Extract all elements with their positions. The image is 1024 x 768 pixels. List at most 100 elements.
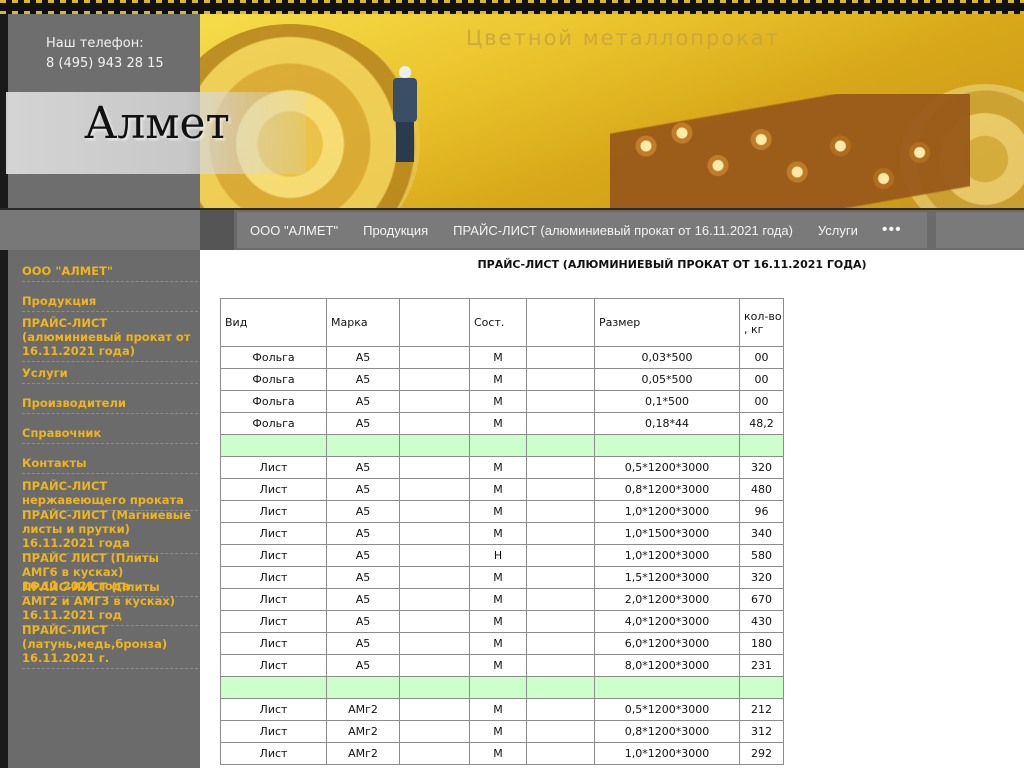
- table-cell: 4,0*1200*3000: [594, 610, 740, 633]
- sidebar-item-reference[interactable]: Справочник: [22, 426, 198, 444]
- sidebar-item-price-list-amg2[interactable]: ПРАЙС-ЛИСТ (Плиты АМГ2 и АМГ3 в кусках) …: [22, 580, 198, 626]
- table-cell: 0,5*1200*3000: [594, 456, 740, 479]
- table-cell: [469, 676, 527, 699]
- table-cell: Лист: [220, 632, 327, 655]
- table-cell: 1,5*1200*3000: [594, 566, 740, 589]
- table-cell: [526, 654, 595, 677]
- column-header-state: Сост.: [469, 298, 527, 347]
- table-cell: М: [469, 588, 527, 611]
- table-cell: [399, 544, 470, 567]
- table-cell: [526, 742, 595, 765]
- table-cell: [526, 434, 595, 457]
- table-cell: 48,2: [739, 412, 784, 435]
- table-row: Фольга А5 М 0,18*44 48,2: [220, 412, 784, 435]
- nav-item-company[interactable]: ООО "АЛМЕТ": [250, 223, 338, 238]
- table-cell: М: [469, 654, 527, 677]
- sidebar-item-price-list-magnesium[interactable]: ПРАЙС-ЛИСТ (Магниевые листы и прутки) 16…: [22, 508, 198, 554]
- table-header-row: Вид Марка Сост. Размер кол-во , кг: [220, 298, 784, 347]
- page-title: ПРАЙС-ЛИСТ (АЛЮМИНИЕВЫЙ ПРОКАТ ОТ 16.11.…: [477, 258, 867, 271]
- column-header-blank-2: [526, 298, 595, 347]
- sidebar-item-contacts[interactable]: Контакты: [22, 456, 198, 474]
- sidebar-item-manufacturers[interactable]: Производители: [22, 396, 198, 414]
- sidebar-item-products[interactable]: Продукция: [22, 294, 198, 312]
- table-cell: Лист: [220, 698, 327, 721]
- table-cell: [399, 346, 470, 369]
- table-cell: 1,0*1200*3000: [594, 742, 740, 765]
- table-cell: 0,8*1200*3000: [594, 720, 740, 743]
- table-cell: А5: [326, 632, 400, 655]
- table-cell: 320: [739, 456, 784, 479]
- sidebar-item-price-list-aluminium[interactable]: ПРАЙС-ЛИСТ (алюминиевый прокат от 16.11.…: [22, 316, 198, 362]
- table-cell: [526, 456, 595, 479]
- sidebar-item-price-list-stainless[interactable]: ПРАЙС-ЛИСТ нержавеющего проката: [22, 479, 198, 511]
- nav-item-products[interactable]: Продукция: [363, 223, 428, 238]
- table-row: Лист А5 М 4,0*1200*3000 430: [220, 610, 784, 633]
- table-row: Фольга А5 М 0,1*500 00: [220, 390, 784, 413]
- table-cell: [526, 632, 595, 655]
- table-cell: 0,03*500: [594, 346, 740, 369]
- table-cell: Н: [469, 544, 527, 567]
- table-cell: М: [469, 500, 527, 523]
- table-cell: [399, 500, 470, 523]
- sidebar-item-price-list-brass[interactable]: ПРАЙС-ЛИСТ (латунь,медь,бронза) 16.11.20…: [22, 623, 198, 669]
- table-cell: 0,05*500: [594, 368, 740, 391]
- table-row: [220, 434, 784, 457]
- price-table: Вид Марка Сост. Размер кол-во , кг Фольг…: [220, 298, 784, 765]
- table-cell: [594, 434, 740, 457]
- table-cell: [399, 456, 470, 479]
- sidebar-item-services[interactable]: Услуги: [22, 366, 198, 384]
- table-cell: 0,8*1200*3000: [594, 478, 740, 501]
- table-cell: 00: [739, 390, 784, 413]
- table-cell: [526, 500, 595, 523]
- table-cell: [526, 390, 595, 413]
- table-cell: 1,0*1200*3000: [594, 500, 740, 523]
- column-header-size: Размер: [594, 298, 740, 347]
- table-cell: 0,5*1200*3000: [594, 698, 740, 721]
- column-header-type: Вид: [220, 298, 327, 347]
- table-cell: 320: [739, 566, 784, 589]
- table-cell: [526, 544, 595, 567]
- top-stripe: [0, 0, 1024, 14]
- table-cell: [399, 720, 470, 743]
- table-cell: [399, 478, 470, 501]
- table-cell: М: [469, 412, 527, 435]
- table-cell: 580: [739, 544, 784, 567]
- table-row: Лист А5 М 2,0*1200*3000 670: [220, 588, 784, 611]
- table-cell: [399, 742, 470, 765]
- table-cell: [399, 588, 470, 611]
- table-cell: М: [469, 346, 527, 369]
- table-cell: [526, 478, 595, 501]
- nav-more-icon[interactable]: •••: [882, 221, 902, 239]
- table-cell: 00: [739, 368, 784, 391]
- table-cell: Лист: [220, 654, 327, 677]
- table-cell: Лист: [220, 720, 327, 743]
- column-header-blank: [399, 298, 470, 347]
- table-cell: А5: [326, 522, 400, 545]
- table-cell: [526, 676, 595, 699]
- table-cell: [399, 654, 470, 677]
- sidebar-item-company[interactable]: ООО "АЛМЕТ": [22, 264, 198, 282]
- table-cell: Фольга: [220, 368, 327, 391]
- table-cell: 6,0*1200*3000: [594, 632, 740, 655]
- site-logo[interactable]: Алмет: [84, 98, 230, 149]
- nav-item-services[interactable]: Услуги: [818, 223, 858, 238]
- table-cell: АМг2: [326, 698, 400, 721]
- main-content: ПРАЙС-ЛИСТ (АЛЮМИНИЕВЫЙ ПРОКАТ ОТ 16.11.…: [200, 250, 1024, 768]
- table-cell: А5: [326, 478, 400, 501]
- table-cell: А5: [326, 610, 400, 633]
- table-cell: 212: [739, 698, 784, 721]
- table-cell: [526, 698, 595, 721]
- table-cell: 0,18*44: [594, 412, 740, 435]
- nav-item-price-list[interactable]: ПРАЙС-ЛИСТ (алюминиевый прокат от 16.11.…: [453, 223, 793, 238]
- table-cell: Фольга: [220, 346, 327, 369]
- table-cell: [526, 522, 595, 545]
- table-cell: 0,1*500: [594, 390, 740, 413]
- table-cell: [220, 434, 327, 457]
- table-cell: 670: [739, 588, 784, 611]
- header-banner-image: Цветной металлопрокат: [200, 14, 1024, 208]
- table-cell: [739, 434, 784, 457]
- table-row: Лист АМг2 М 0,8*1200*3000 312: [220, 720, 784, 743]
- table-cell: А5: [326, 500, 400, 523]
- table-cell: 180: [739, 632, 784, 655]
- table-cell: Лист: [220, 566, 327, 589]
